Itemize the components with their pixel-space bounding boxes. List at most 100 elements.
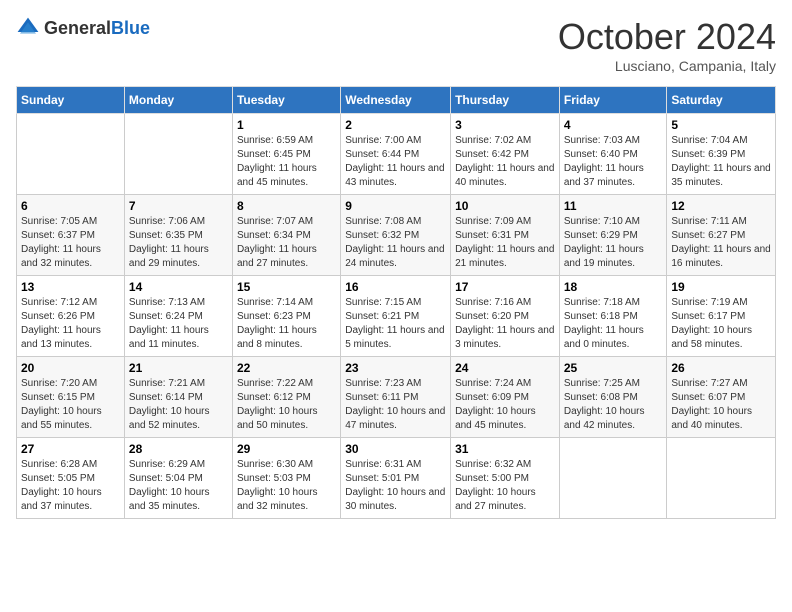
- day-detail: Sunrise: 7:11 AMSunset: 6:27 PMDaylight:…: [671, 216, 770, 269]
- day-detail: Sunrise: 6:59 AMSunset: 6:45 PMDaylight:…: [237, 135, 317, 188]
- weekday-header: Monday: [124, 87, 232, 114]
- day-detail: Sunrise: 7:15 AMSunset: 6:21 PMDaylight:…: [345, 297, 444, 350]
- day-number: 11: [564, 199, 663, 213]
- calendar-cell: 30Sunrise: 6:31 AMSunset: 5:01 PMDayligh…: [341, 438, 451, 519]
- day-detail: Sunrise: 6:32 AMSunset: 5:00 PMDaylight:…: [455, 459, 536, 512]
- day-detail: Sunrise: 7:10 AMSunset: 6:29 PMDaylight:…: [564, 216, 644, 269]
- day-number: 6: [21, 199, 120, 213]
- day-detail: Sunrise: 7:05 AMSunset: 6:37 PMDaylight:…: [21, 216, 101, 269]
- day-number: 21: [129, 361, 228, 375]
- calendar-cell: 24 Sunrise: 7:24 AMSunset: 6:09 PMDayligh…: [451, 357, 560, 438]
- logo-icon: [16, 16, 40, 40]
- day-number: 9: [345, 199, 446, 213]
- month-title: October 2024: [558, 16, 776, 58]
- calendar-cell: 21 Sunrise: 7:21 AMSunset: 6:14 PMDayligh…: [124, 357, 232, 438]
- day-number: 15: [237, 280, 336, 294]
- calendar-cell: 14 Sunrise: 7:13 AMSunset: 6:24 PMDayligh…: [124, 276, 232, 357]
- calendar-cell: 9 Sunrise: 7:08 AMSunset: 6:32 PMDaylight…: [341, 195, 451, 276]
- weekday-header-row: SundayMondayTuesdayWednesdayThursdayFrid…: [17, 87, 776, 114]
- day-number: 24: [455, 361, 555, 375]
- day-number: 29: [237, 442, 336, 456]
- day-detail: Sunrise: 7:25 AMSunset: 6:08 PMDaylight:…: [564, 378, 645, 431]
- calendar-cell: 12Sunrise: 7:11 AMSunset: 6:27 PMDayligh…: [667, 195, 776, 276]
- calendar-cell: 8Sunrise: 7:07 AMSunset: 6:34 PMDaylight…: [232, 195, 340, 276]
- day-detail: Sunrise: 7:20 AMSunset: 6:15 PMDaylight:…: [21, 378, 102, 431]
- calendar-table: SundayMondayTuesdayWednesdayThursdayFrid…: [16, 86, 776, 519]
- calendar-cell: 26Sunrise: 7:27 AMSunset: 6:07 PMDayligh…: [667, 357, 776, 438]
- calendar-cell: 16 Sunrise: 7:15 AMSunset: 6:21 PMDayligh…: [341, 276, 451, 357]
- day-detail: Sunrise: 7:00 AMSunset: 6:44 PMDaylight:…: [345, 135, 444, 188]
- calendar-cell: [124, 114, 232, 195]
- calendar-cell: 19 Sunrise: 7:19 AMSunset: 6:17 PMDayligh…: [667, 276, 776, 357]
- day-number: 19: [671, 280, 771, 294]
- logo-text: GeneralBlue: [44, 18, 150, 39]
- day-detail: Sunrise: 7:24 AMSunset: 6:09 PMDaylight:…: [455, 378, 536, 431]
- calendar-cell: 13 Sunrise: 7:12 AMSunset: 6:26 PMDayligh…: [17, 276, 125, 357]
- day-number: 14: [129, 280, 228, 294]
- calendar-cell: 28Sunrise: 6:29 AMSunset: 5:04 PMDayligh…: [124, 438, 232, 519]
- day-detail: Sunrise: 7:22 AMSunset: 6:12 PMDaylight:…: [237, 378, 318, 431]
- calendar-week-row: 6 Sunrise: 7:05 AMSunset: 6:37 PMDaylight…: [17, 195, 776, 276]
- calendar-cell: 17 Sunrise: 7:16 AMSunset: 6:20 PMDayligh…: [451, 276, 560, 357]
- day-number: 3: [455, 118, 555, 132]
- day-detail: Sunrise: 6:30 AMSunset: 5:03 PMDaylight:…: [237, 459, 318, 512]
- calendar-cell: 15 Sunrise: 7:14 AMSunset: 6:23 PMDayligh…: [232, 276, 340, 357]
- calendar-cell: 2 Sunrise: 7:00 AMSunset: 6:44 PMDaylight…: [341, 114, 451, 195]
- day-number: 31: [455, 442, 555, 456]
- day-detail: Sunrise: 7:19 AMSunset: 6:17 PMDaylight:…: [671, 297, 752, 350]
- day-number: 13: [21, 280, 120, 294]
- logo-general: General: [44, 18, 111, 38]
- day-number: 26: [671, 361, 771, 375]
- day-detail: Sunrise: 7:14 AMSunset: 6:23 PMDaylight:…: [237, 297, 317, 350]
- calendar-cell: 29 Sunrise: 6:30 AMSunset: 5:03 PMDayligh…: [232, 438, 340, 519]
- title-block: October 2024 Lusciano, Campania, Italy: [558, 16, 776, 74]
- day-detail: Sunrise: 7:04 AMSunset: 6:39 PMDaylight:…: [671, 135, 770, 188]
- calendar-cell: 5Sunrise: 7:04 AMSunset: 6:39 PMDaylight…: [667, 114, 776, 195]
- calendar-cell: 6 Sunrise: 7:05 AMSunset: 6:37 PMDaylight…: [17, 195, 125, 276]
- calendar-cell: 11 Sunrise: 7:10 AMSunset: 6:29 PMDayligh…: [559, 195, 667, 276]
- calendar-cell: 20Sunrise: 7:20 AMSunset: 6:15 PMDayligh…: [17, 357, 125, 438]
- location-title: Lusciano, Campania, Italy: [558, 58, 776, 74]
- calendar-cell: 10Sunrise: 7:09 AMSunset: 6:31 PMDayligh…: [451, 195, 560, 276]
- calendar-week-row: 13 Sunrise: 7:12 AMSunset: 6:26 PMDayligh…: [17, 276, 776, 357]
- day-detail: Sunrise: 7:21 AMSunset: 6:14 PMDaylight:…: [129, 378, 210, 431]
- day-number: 27: [21, 442, 120, 456]
- day-detail: Sunrise: 6:31 AMSunset: 5:01 PMDaylight:…: [345, 459, 445, 512]
- day-number: 18: [564, 280, 663, 294]
- calendar-cell: 22 Sunrise: 7:22 AMSunset: 6:12 PMDayligh…: [232, 357, 340, 438]
- weekday-header: Tuesday: [232, 87, 340, 114]
- calendar-week-row: 1 Sunrise: 6:59 AMSunset: 6:45 PMDaylight…: [17, 114, 776, 195]
- calendar-cell: 31 Sunrise: 6:32 AMSunset: 5:00 PMDayligh…: [451, 438, 560, 519]
- day-detail: Sunrise: 7:13 AMSunset: 6:24 PMDaylight:…: [129, 297, 209, 350]
- day-detail: Sunrise: 7:09 AMSunset: 6:31 PMDaylight:…: [455, 216, 554, 269]
- day-number: 2: [345, 118, 446, 132]
- weekday-header: Friday: [559, 87, 667, 114]
- day-number: 16: [345, 280, 446, 294]
- day-number: 17: [455, 280, 555, 294]
- day-detail: Sunrise: 7:23 AMSunset: 6:11 PMDaylight:…: [345, 378, 445, 431]
- day-number: 4: [564, 118, 663, 132]
- day-number: 22: [237, 361, 336, 375]
- day-detail: Sunrise: 7:16 AMSunset: 6:20 PMDaylight:…: [455, 297, 554, 350]
- day-detail: Sunrise: 6:29 AMSunset: 5:04 PMDaylight:…: [129, 459, 210, 512]
- day-number: 25: [564, 361, 663, 375]
- day-number: 23: [345, 361, 446, 375]
- day-number: 7: [129, 199, 228, 213]
- weekday-header: Saturday: [667, 87, 776, 114]
- logo: GeneralBlue: [16, 16, 150, 40]
- day-detail: Sunrise: 7:02 AMSunset: 6:42 PMDaylight:…: [455, 135, 554, 188]
- calendar-cell: 18 Sunrise: 7:18 AMSunset: 6:18 PMDayligh…: [559, 276, 667, 357]
- calendar-cell: 27 Sunrise: 6:28 AMSunset: 5:05 PMDayligh…: [17, 438, 125, 519]
- logo-blue: Blue: [111, 18, 150, 38]
- calendar-cell: [17, 114, 125, 195]
- day-detail: Sunrise: 6:28 AMSunset: 5:05 PMDaylight:…: [21, 459, 102, 512]
- day-detail: Sunrise: 7:12 AMSunset: 6:26 PMDaylight:…: [21, 297, 101, 350]
- weekday-header: Wednesday: [341, 87, 451, 114]
- day-detail: Sunrise: 7:08 AMSunset: 6:32 PMDaylight:…: [345, 216, 444, 269]
- day-number: 1: [237, 118, 336, 132]
- calendar-cell: [559, 438, 667, 519]
- day-detail: Sunrise: 7:18 AMSunset: 6:18 PMDaylight:…: [564, 297, 644, 350]
- calendar-week-row: 27 Sunrise: 6:28 AMSunset: 5:05 PMDayligh…: [17, 438, 776, 519]
- weekday-header: Thursday: [451, 87, 560, 114]
- calendar-cell: 4Sunrise: 7:03 AMSunset: 6:40 PMDaylight…: [559, 114, 667, 195]
